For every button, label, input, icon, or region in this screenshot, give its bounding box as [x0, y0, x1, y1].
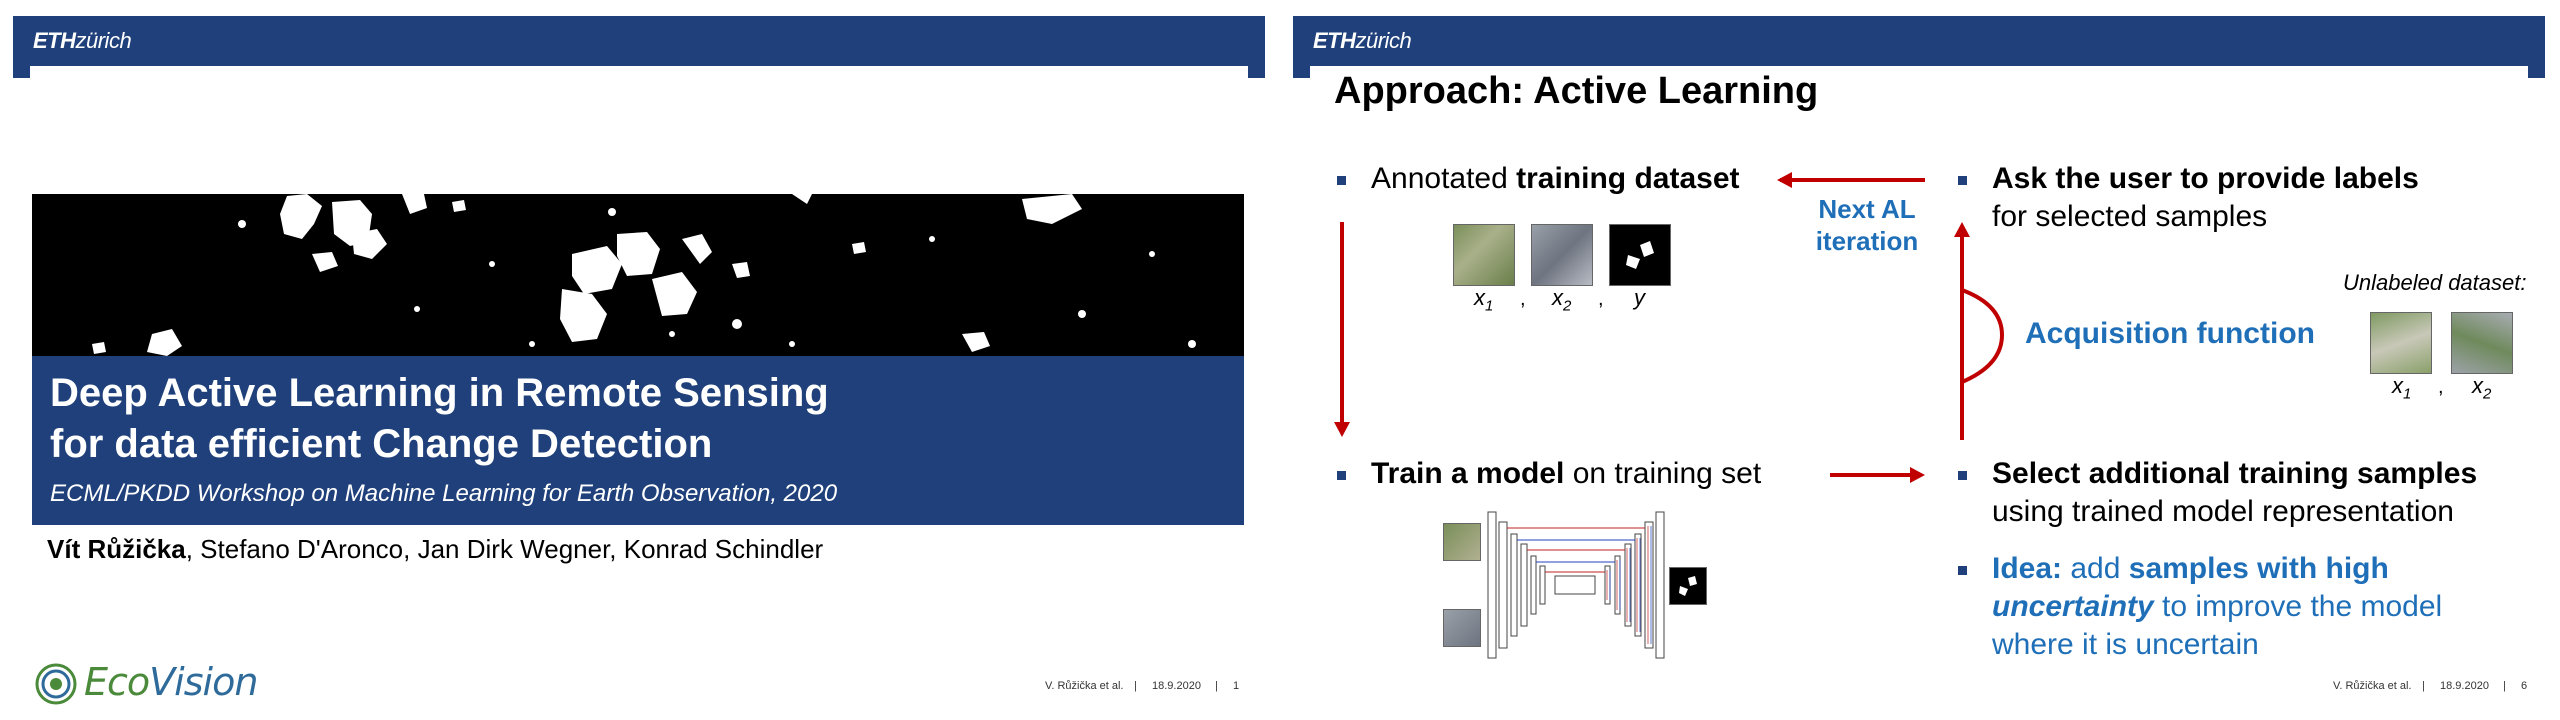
var-x1: x1	[2392, 373, 2412, 403]
var-x1: x1	[1474, 285, 1494, 315]
change-mask-banner	[32, 194, 1244, 356]
unlabeled-image-x1	[2370, 312, 2432, 374]
comma: ,	[1520, 288, 1526, 310]
co-authors: , Stefano D'Aronco, Jan Dirk Wegner, Kon…	[185, 534, 824, 564]
comma: ,	[1598, 288, 1604, 310]
network-output-mask	[1669, 567, 1707, 605]
footer-date: 18.9.2020	[1152, 680, 1201, 692]
bullet-select-samples: Select additional training samples using…	[1958, 455, 2477, 531]
footer-author: V. Růžička et al.	[1045, 680, 1124, 692]
sample-image-x2	[1531, 224, 1593, 286]
footer-date: 18.9.2020	[2440, 680, 2489, 692]
next-al-iteration-label: Next AL iteration	[1815, 194, 1919, 256]
presentation-subtitle: ECML/PKDD Workshop on Machine Learning f…	[50, 480, 838, 507]
footer-separator: |	[1215, 680, 1218, 692]
title-line-2: for data efficient Change Detection	[50, 422, 713, 466]
bullet-training-dataset: Annotated training dataset	[1337, 160, 1740, 198]
var-x2: x2	[1552, 285, 1572, 315]
bullet-train-model: Train a model on training set	[1337, 455, 1761, 493]
eth-logo: ETHzürich	[33, 28, 132, 53]
unet-diagram	[1487, 511, 1665, 659]
network-input-x1	[1443, 523, 1481, 561]
var-y: y	[1634, 285, 1645, 310]
ecovision-logo: EcoVision	[32, 660, 272, 710]
footer-author: V. Růžička et al.	[2333, 680, 2412, 692]
bullet-ask-user: Ask the user to provide labels for selec…	[1958, 160, 2419, 236]
footer-page-number: 6	[2521, 680, 2528, 692]
slide-approach: ETHzürich Approach: Active Learning Anno…	[1280, 0, 2560, 720]
acquisition-brace	[1961, 288, 2005, 384]
title-box: Deep Active Learning in Remote Sensing f…	[32, 356, 1244, 525]
bullet-square-icon	[1958, 471, 1967, 480]
title-line-1: Deep Active Learning in Remote Sensing	[50, 371, 829, 415]
footer-separator: |	[1134, 680, 1137, 692]
comma: ,	[2438, 376, 2444, 398]
sample-label-mask	[1609, 224, 1671, 286]
sample-image-x1	[1453, 224, 1515, 286]
slide-title: ETHzürich Deep Active Learning in Remote…	[0, 0, 1280, 720]
bullet-square-icon	[1958, 566, 1967, 575]
first-author: Vít Růžička	[47, 534, 186, 564]
unlabeled-image-x2	[2451, 312, 2513, 374]
unlabeled-dataset-label: Unlabeled dataset:	[2343, 270, 2527, 295]
author-list: Vít Růžička, Stefano D'Aronco, Jan Dirk …	[47, 534, 823, 565]
bullet-square-icon	[1337, 176, 1346, 185]
bullet-square-icon	[1958, 176, 1967, 185]
acquisition-function-label: Acquisition function	[2025, 317, 2315, 350]
footer-page-number: 1	[1233, 680, 1240, 692]
network-input-x2	[1443, 609, 1481, 647]
footer-separator: |	[2503, 680, 2506, 692]
ecovision-logo-icon	[35, 663, 77, 705]
eth-header-bar: ETHzürich	[13, 16, 1265, 78]
var-x2: x2	[2472, 373, 2492, 403]
bullet-idea: Idea: add samples with high uncertainty …	[1958, 550, 2442, 664]
footer-separator: |	[2422, 680, 2425, 692]
bullet-square-icon	[1337, 471, 1346, 480]
header-white-strip	[30, 66, 1248, 78]
presentation-title: Deep Active Learning in Remote Sensing f…	[50, 368, 1230, 470]
